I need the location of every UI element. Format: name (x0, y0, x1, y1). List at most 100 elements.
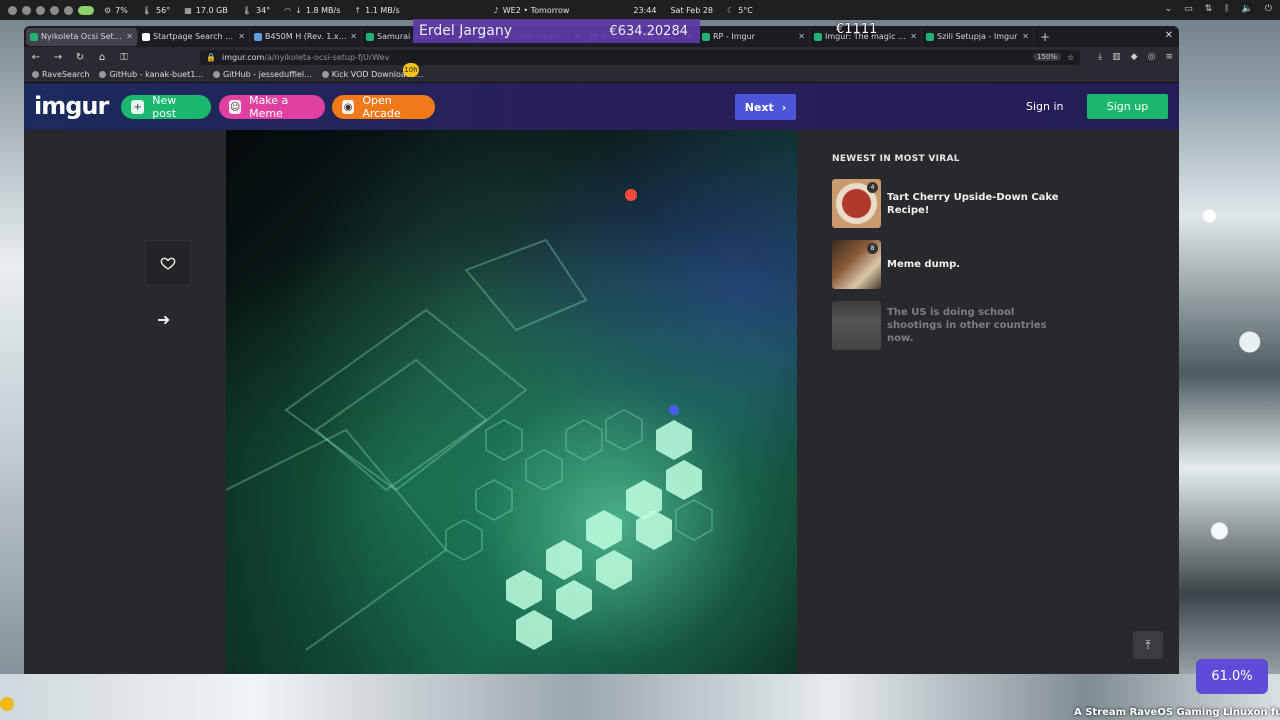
meme-face-icon: ☺ (229, 100, 242, 114)
memory-usage: ▦ 17.0 GB (184, 5, 228, 15)
chevron-right-icon: › (781, 100, 787, 114)
post-thumbnail[interactable]: 4 (832, 179, 881, 228)
imgur-header: imgur + New post ☺ Make a Meme ◉ Open Arcad… (24, 83, 1179, 130)
bluetooth-icon[interactable]: ᛒ (1224, 4, 1229, 14)
close-tab-icon[interactable]: ✕ (350, 32, 357, 41)
workspace-dot[interactable] (50, 5, 59, 15)
bookmarks-bar: RaveSearch GitHub - kanak-buet1... GitHu… (24, 67, 1179, 83)
arrow-up-bar-icon: ⤒ (1145, 637, 1151, 652)
weather[interactable]: ☾ 5°C (727, 6, 753, 15)
memory-icon: ▦ (184, 5, 192, 15)
cpu-icon: ⚙ (104, 5, 112, 15)
date[interactable]: Sat Feb 28 (670, 6, 713, 15)
tab-favicon-icon (366, 32, 374, 41)
cpu-temp: 🌡 56° (141, 5, 171, 15)
stream-donation-overlay: Erdel Jargany €634.20284 (413, 19, 700, 43)
sign-in-link[interactable]: Sign in (1026, 100, 1064, 113)
donation-amount: €1111 (836, 22, 878, 37)
reload-icon[interactable]: ↻ (74, 52, 86, 63)
desktop-wallpaper-right (1179, 90, 1280, 720)
image-count-badge: 4 (867, 182, 878, 193)
new-tab-button[interactable]: + (1040, 30, 1050, 44)
home-icon[interactable]: ⌂ (96, 52, 108, 63)
media-player[interactable]: ♪ WE2 • Tomorrow (494, 6, 570, 15)
post-title[interactable]: The US is doing school shootings in othe… (887, 306, 1062, 345)
tab-favicon-icon (926, 32, 934, 41)
imgur-logo[interactable]: imgur (34, 92, 109, 120)
library-icon[interactable]: ▥ (1112, 52, 1121, 62)
scroll-to-top-button[interactable]: ⤒ (1133, 631, 1163, 659)
tray-icons: ⌄ ▭ ⇅ ᛒ 🔈 ⏻ (1165, 4, 1272, 14)
workspace-dot[interactable] (64, 5, 73, 15)
workspace-dot[interactable] (8, 5, 17, 15)
new-post-button[interactable]: + New post (121, 94, 211, 120)
share-arrow-icon[interactable]: ➜ (157, 310, 170, 329)
gpu-temp: 🌡 34° (241, 5, 271, 15)
sign-up-button[interactable]: Sign up (1087, 94, 1168, 119)
tab-label: Szili Setupja - Imgur (937, 32, 1018, 41)
make-meme-button[interactable]: ☺ Make a Meme (219, 94, 325, 120)
bookmark-favicon-icon (32, 71, 39, 78)
address-bar[interactable]: 🔒 imgur.com/a/nyikoleta-ocsi-setup-fjUrW… (200, 49, 1081, 65)
post-thumbnail[interactable]: 8 (832, 240, 881, 289)
tab-favicon-icon (30, 32, 38, 41)
thermometer-icon: 🌡 (241, 5, 252, 15)
progress-percent-overlay: 61.0% (1196, 659, 1268, 694)
menu-icon[interactable]: ≡ (1165, 52, 1173, 62)
sidebar-title: NEWEST IN MOST VIRAL (832, 154, 960, 164)
open-arcade-button[interactable]: ◉ Open Arcade (332, 94, 435, 120)
browser-tab[interactable]: Szili Setupja - Imgur ✕ (922, 27, 1034, 46)
close-tab-icon[interactable]: ✕ (1022, 32, 1029, 41)
arcade-time-badge: 10h (403, 63, 419, 77)
close-tab-icon[interactable]: ✕ (910, 32, 917, 41)
bookmark-item[interactable]: GitHub - kanak-buet1... (99, 70, 203, 79)
clock[interactable]: 23:44 (633, 6, 656, 15)
browser-tab[interactable]: Startpage Search Results✕ (138, 27, 250, 46)
arrow-up-icon: ↑ (354, 5, 362, 15)
bookmark-item[interactable]: RaveSearch (32, 70, 89, 79)
back-icon[interactable]: ← (30, 52, 42, 63)
browser-tab[interactable]: B450M H (Rev. 1.x) - Gi✕ (250, 27, 362, 46)
post-title[interactable]: Tart Cherry Upside-Down Cake Recipe! (887, 191, 1062, 217)
power-icon[interactable]: ⏻ (1265, 4, 1272, 14)
like-button[interactable] (145, 240, 191, 286)
list-item[interactable]: The US is doing school shootings in othe… (832, 301, 1062, 350)
extension-icon[interactable]: ◆ (1131, 52, 1138, 62)
close-tab-icon[interactable]: ✕ (126, 32, 133, 41)
github-icon (212, 71, 220, 78)
network-icon[interactable]: ⇅ (1205, 4, 1213, 14)
close-tab-icon[interactable]: ✕ (798, 32, 805, 41)
post-image (226, 130, 797, 674)
workspace-dot[interactable] (22, 5, 31, 15)
tab-favicon-icon (814, 32, 822, 41)
display-icon[interactable]: ▭ (1184, 4, 1193, 14)
post-thumbnail[interactable] (832, 301, 881, 350)
volume-icon[interactable]: 🔈 (1242, 4, 1253, 14)
bookmark-item[interactable]: GitHub - jesseduffiel... (212, 70, 312, 79)
account-icon[interactable]: ◎ (1148, 52, 1156, 62)
tab-label: B450M H (Rev. 1.x) - Gi (265, 32, 348, 41)
close-window-icon[interactable]: ✕ (1165, 30, 1173, 41)
tab-label: RP - Imgur (713, 32, 755, 41)
close-tab-icon[interactable]: ✕ (238, 32, 245, 41)
wifi-icon: ◠ (284, 5, 292, 15)
download-icon[interactable]: ⤓ (1098, 52, 1102, 62)
plus-icon: + (131, 100, 145, 114)
next-button[interactable]: Next › (735, 94, 796, 120)
workspace-dot[interactable] (36, 5, 45, 15)
browser-tab[interactable]: RP - Imgur ✕ (698, 27, 810, 46)
zoom-level[interactable]: 150% (1032, 53, 1061, 61)
bookmark-star-icon[interactable]: ☆ (1067, 53, 1074, 62)
active-workspace-indicator[interactable] (78, 5, 94, 15)
github-icon (99, 71, 107, 78)
post-title[interactable]: Meme dump. (887, 258, 960, 271)
tab-label: Startpage Search Results (153, 32, 236, 41)
list-item[interactable]: 8 Meme dump. (832, 240, 1062, 289)
browser-tab[interactable]: Nyikoleta Ocsi Setup - I✕ (26, 27, 138, 46)
list-item[interactable]: 4 Tart Cherry Upside-Down Cake Recipe! (832, 179, 1062, 228)
chevron-down-icon[interactable]: ⌄ (1165, 4, 1173, 14)
heart-icon (160, 257, 176, 270)
key-icon[interactable]: ⚿ (118, 52, 130, 63)
forward-icon[interactable]: → (52, 52, 64, 63)
image-count-badge: 8 (867, 243, 878, 254)
